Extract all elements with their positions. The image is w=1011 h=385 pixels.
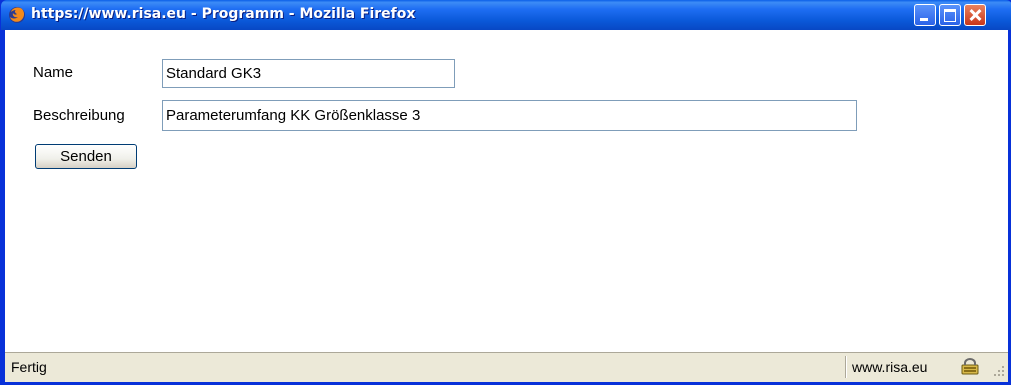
status-domain: www.risa.eu xyxy=(852,359,928,375)
name-input[interactable] xyxy=(162,59,455,88)
title-bar[interactable]: https://www.risa.eu - Programm - Mozilla… xyxy=(1,0,1011,30)
description-label: Beschreibung xyxy=(33,107,125,124)
firefox-icon xyxy=(9,7,25,23)
resize-grip-icon[interactable] xyxy=(993,365,1005,377)
lock-icon[interactable] xyxy=(961,358,979,375)
close-button[interactable] xyxy=(964,4,986,26)
send-button[interactable]: Senden xyxy=(35,144,137,169)
page-content: Name Beschreibung Senden xyxy=(5,30,1008,352)
status-bar: Fertig www.risa.eu xyxy=(5,352,1008,382)
window-title: https://www.risa.eu - Programm - Mozilla… xyxy=(31,6,416,22)
name-label: Name xyxy=(33,64,74,81)
maximize-button[interactable] xyxy=(939,4,961,26)
status-separator xyxy=(845,356,847,378)
minimize-button[interactable] xyxy=(914,4,936,26)
description-input[interactable] xyxy=(162,100,857,131)
browser-window: https://www.risa.eu - Programm - Mozilla… xyxy=(0,0,1011,385)
status-text: Fertig xyxy=(11,359,47,375)
